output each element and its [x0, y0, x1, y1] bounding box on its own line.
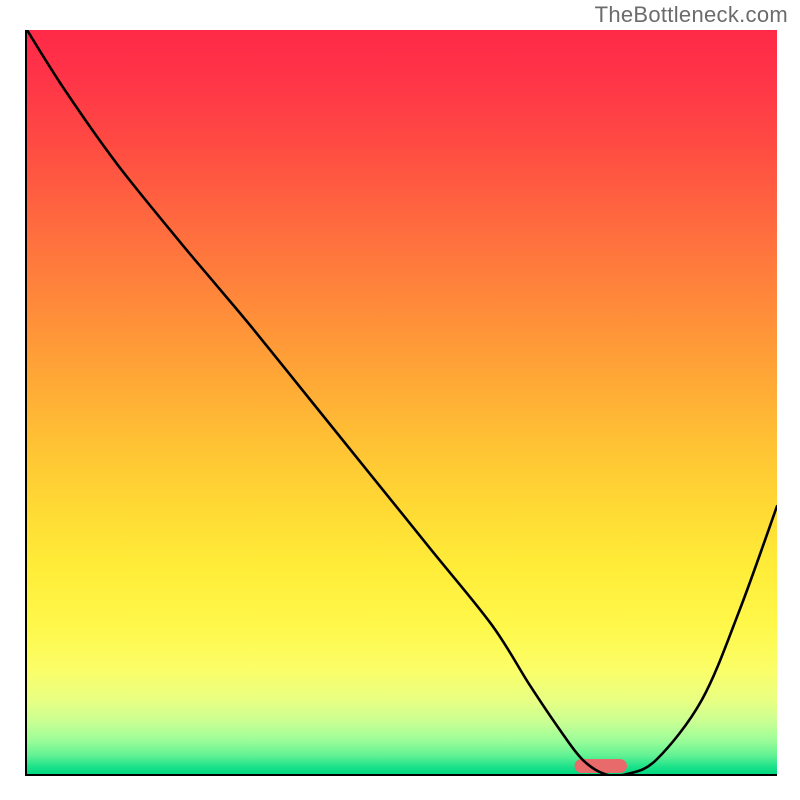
- bottleneck-curve: [27, 30, 777, 774]
- line-plot: [27, 30, 777, 774]
- plot-box: [25, 30, 777, 776]
- attribution-label: TheBottleneck.com: [595, 2, 788, 28]
- chart-container: TheBottleneck.com: [0, 0, 800, 800]
